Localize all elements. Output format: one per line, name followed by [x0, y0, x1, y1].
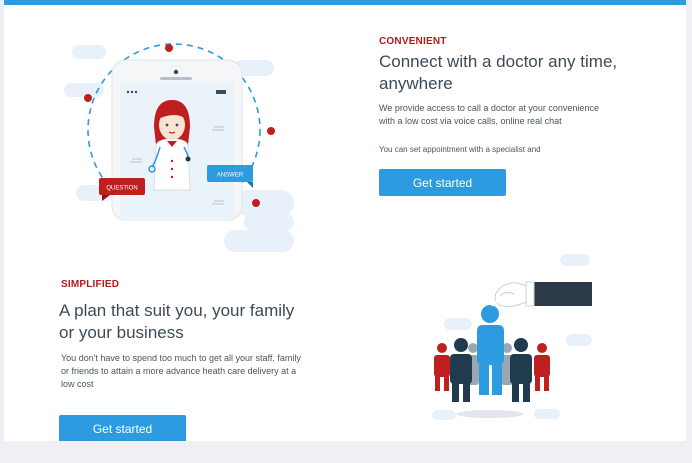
section1-body2: You can set appointment with a specialis…: [379, 145, 541, 154]
question-label: QUESTION: [106, 186, 137, 192]
section2-get-started-button[interactable]: Get started: [59, 415, 186, 441]
section1-heading-line1: Connect with a doctor any time,: [379, 52, 618, 71]
section1-heading-line2: anywhere: [379, 74, 453, 93]
team-selection-illustration: [432, 254, 592, 420]
section1-body-line1: We provide access to call a doctor at yo…: [379, 103, 599, 113]
section2-body-line3: low cost: [61, 379, 94, 389]
section2-body-line2: or friends to attain a more advance heat…: [61, 366, 297, 376]
section2-body-line1: You don't have to spend too much to get …: [61, 353, 301, 363]
page-card: QUESTION ANSWER CONVENIENT Connect with …: [4, 0, 686, 441]
doctor-phone-illustration: QUESTION ANSWER: [64, 43, 294, 252]
section1-eyebrow: CONVENIENT: [379, 36, 447, 47]
section2-eyebrow: SIMPLIFIED: [61, 279, 120, 290]
section2-heading-line1: A plan that suit you, your family: [59, 301, 295, 320]
section2-heading-line2: or your business: [59, 323, 184, 342]
section1-body-line2: with a low cost via voice calls, online …: [379, 116, 562, 126]
section1-get-started-button[interactable]: Get started: [379, 169, 506, 196]
answer-label: ANSWER: [217, 173, 244, 179]
top-accent-bar: [4, 0, 686, 5]
